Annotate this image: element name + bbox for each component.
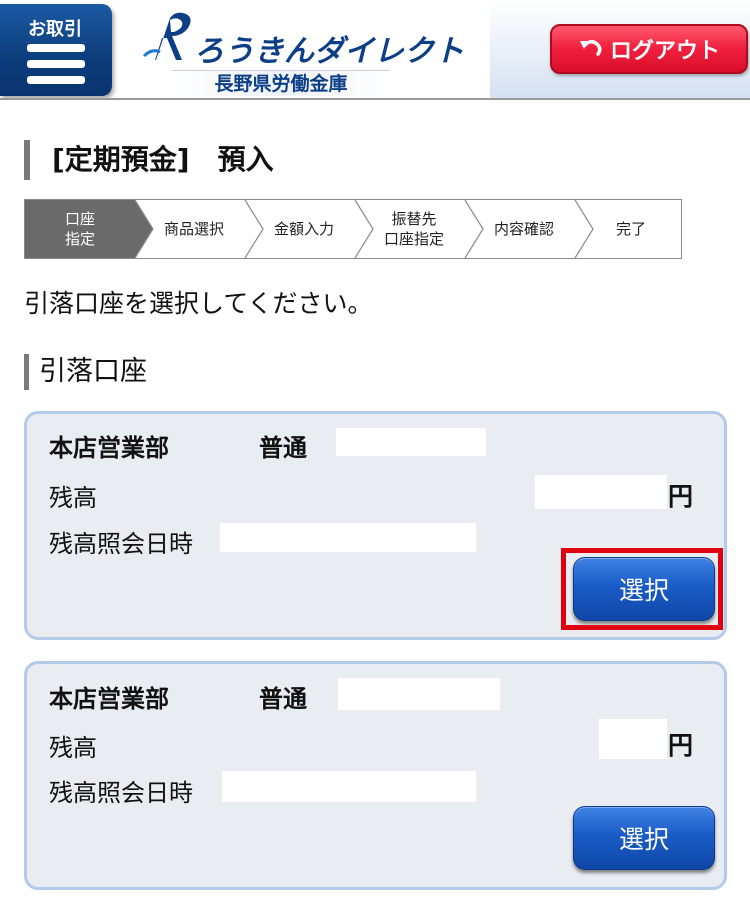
balance-date-label: 残高照会日時 [49, 530, 193, 558]
masked-balance-date [220, 523, 476, 552]
account-card: 本店営業部 普通 残高 円 残高照会日時 選択 [24, 661, 727, 890]
logout-button[interactable]: ログアウト [550, 24, 748, 74]
masked-account-number [338, 678, 500, 710]
currency-unit: 円 [668, 731, 694, 760]
section-title-debit-account: 引落口座 [24, 354, 147, 390]
logo-bank-name: 長野県労働金庫 [172, 70, 390, 96]
undo-arrow-icon [579, 40, 602, 56]
account-branch: 本店営業部 [49, 434, 169, 462]
instruction-text: 引落口座を選択してください。 [24, 289, 373, 318]
select-button-label: 選択 [618, 825, 669, 854]
logo-mark-icon [142, 12, 191, 61]
logo-brand-text: ろうきんダイレクト [194, 34, 464, 69]
menu-button[interactable]: お取引 [0, 4, 112, 96]
select-account-button[interactable]: 選択 [573, 557, 715, 621]
account-type: 普通 [259, 685, 307, 713]
balance-label: 残高 [49, 484, 97, 512]
rokin-direct-logo: ろうきんダイレクト 長野県労働金庫 [142, 8, 464, 96]
page-title: [定期預金] 預入 [24, 140, 274, 180]
menu-button-label: お取引 [28, 19, 82, 40]
account-branch: 本店営業部 [49, 685, 169, 713]
masked-account-number [336, 428, 486, 456]
balance-label: 残高 [49, 734, 97, 762]
account-type: 普通 [259, 434, 307, 462]
currency-unit: 円 [668, 482, 694, 511]
step-chevrons [134, 200, 594, 258]
app-header: お取引 ろうきんダイレクト 長野県労働金庫 ログアウト [0, 0, 750, 100]
masked-balance [599, 719, 667, 759]
progress-steps: 口座 指定 商品選択 金額入力 振替先 口座指定 内容確認 完了 [24, 199, 682, 259]
balance-date-label: 残高照会日時 [49, 779, 193, 807]
logout-button-label: ログアウト [609, 39, 720, 64]
select-button-label: 選択 [618, 576, 669, 605]
masked-balance-date [222, 771, 476, 802]
masked-balance [535, 475, 667, 509]
account-card: 本店営業部 普通 残高 円 残高照会日時 選択 [24, 411, 727, 640]
select-account-button[interactable]: 選択 [573, 806, 715, 870]
hamburger-icon [27, 44, 85, 86]
